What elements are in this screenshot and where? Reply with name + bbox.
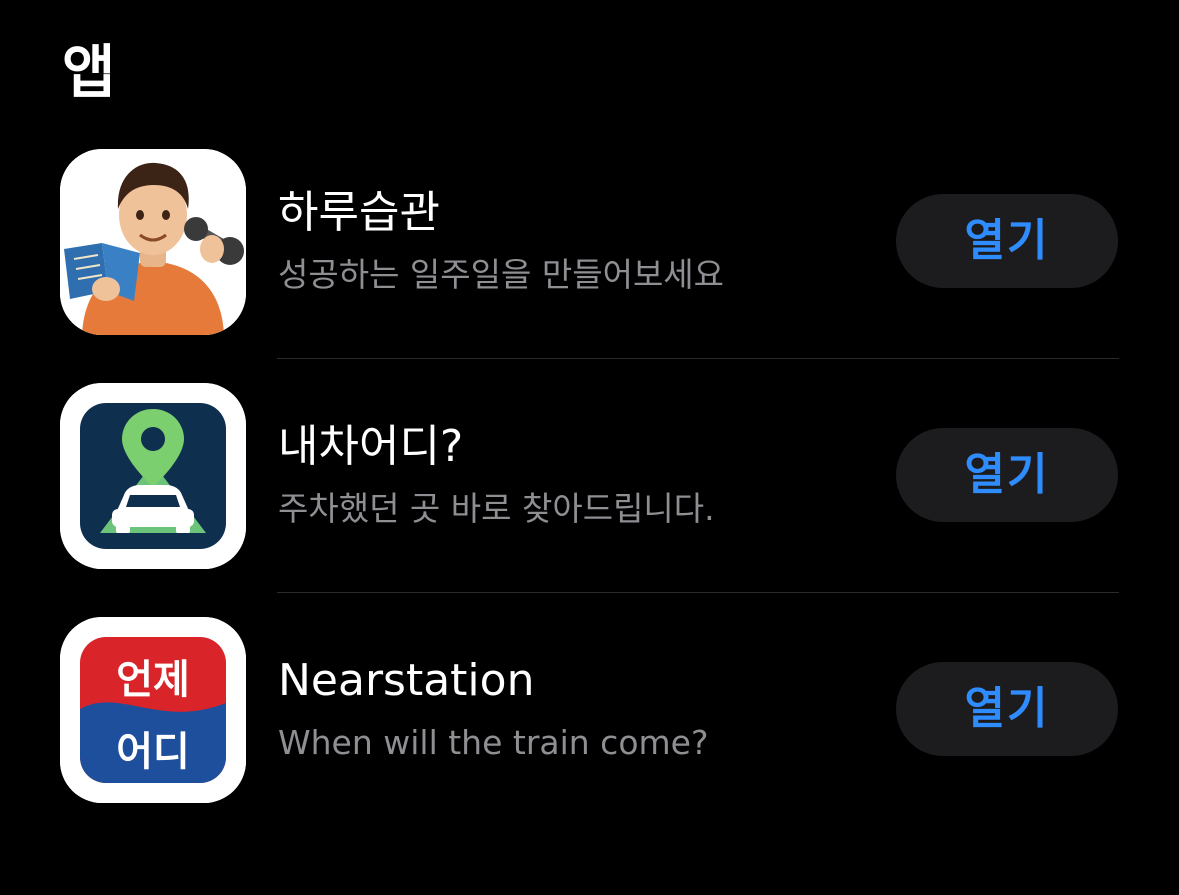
app-list-item-nearstation[interactable]: 언제 어디 Nearstation When will the train co… xyxy=(0,617,1179,803)
icon-text-bottom: 어디 xyxy=(116,729,190,775)
car-location-app-icon[interactable] xyxy=(60,383,246,569)
app-name: 하루습관 xyxy=(278,187,440,238)
section-title: 앱 xyxy=(62,38,115,106)
app-description: 성공하는 일주일을 만들어보세요 xyxy=(278,255,725,294)
app-description: 주차했던 곳 바로 찾아드립니다. xyxy=(278,489,715,528)
open-button[interactable]: 열기 xyxy=(896,428,1118,522)
divider xyxy=(277,358,1119,359)
app-name: Nearstation xyxy=(278,655,535,706)
app-description: When will the train come? xyxy=(278,723,709,762)
habit-app-icon[interactable] xyxy=(60,149,246,335)
app-name: 내차어디? xyxy=(278,421,464,472)
subway-app-icon[interactable]: 언제 어디 xyxy=(60,617,246,803)
app-list-item-habit[interactable]: 하루습관 성공하는 일주일을 만들어보세요 열기 xyxy=(0,149,1179,335)
icon-text-top: 언제 xyxy=(116,657,190,703)
open-button[interactable]: 열기 xyxy=(896,194,1118,288)
divider xyxy=(277,592,1119,593)
open-button[interactable]: 열기 xyxy=(896,662,1118,756)
app-list-item-car-finder[interactable]: 내차어디? 주차했던 곳 바로 찾아드립니다. 열기 xyxy=(0,383,1179,569)
